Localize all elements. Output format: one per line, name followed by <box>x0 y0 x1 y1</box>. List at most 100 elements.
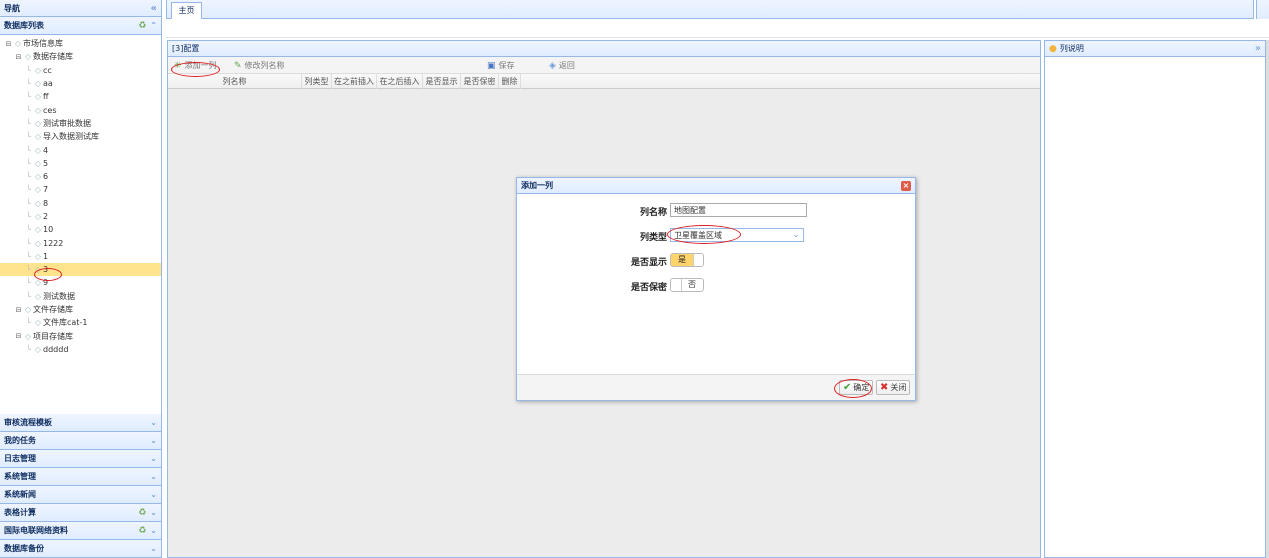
show-row: 是否显示 是 <box>517 253 917 269</box>
tree-node[interactable]: └ ◇ 测试数据 <box>0 290 161 303</box>
col-name-header: 列名称 <box>168 74 302 89</box>
accordion-header[interactable]: 日志管理 ⌄ <box>0 450 161 468</box>
back-button[interactable]: ◈ 返回 <box>549 59 575 72</box>
expand-down-icon[interactable]: ⌄ <box>150 454 157 463</box>
tree-node[interactable]: └ ◇ 测试审批数据 <box>0 117 161 130</box>
accordion-header[interactable]: 数据库备份 ⌄ <box>0 540 161 558</box>
tree-node[interactable]: └ ◇ 1222 <box>0 236 161 249</box>
accordion-title: 数据库备份 <box>4 544 44 553</box>
tree-node[interactable]: ⊟ ◇ 数据存储库 <box>0 50 161 63</box>
tree-line-icon: └ <box>26 238 31 248</box>
expand-down-icon[interactable]: ⌄ <box>150 436 157 445</box>
expand-down-icon[interactable]: ⌄ <box>150 490 157 499</box>
tree-line-icon: └ <box>26 251 31 261</box>
tree-node[interactable]: └ ◇ 1 <box>0 250 161 263</box>
accordion-header[interactable]: 表格计算 ♻ ⌄ <box>0 504 161 522</box>
expand-down-icon[interactable]: ⌄ <box>150 526 157 536</box>
tree-line-icon: └ <box>26 65 31 75</box>
tab-bar: 主页 <box>166 0 1254 19</box>
tree-node-icon: ◇ <box>34 318 42 328</box>
collapse-up-icon[interactable]: ⌃ <box>150 21 157 31</box>
tree-node[interactable]: └ ◇ ff <box>0 90 161 103</box>
tree-node[interactable]: └ ◇ 3 <box>0 263 161 277</box>
config-header: [3]配置 <box>168 41 1040 57</box>
tab-home[interactable]: 主页 <box>171 2 202 19</box>
tree-node[interactable]: └ ◇ aa <box>0 77 161 90</box>
tree-node-icon: ◇ <box>34 225 42 235</box>
show-toggle[interactable]: 是 <box>670 253 704 267</box>
tree-node[interactable]: └ ◇ 6 <box>0 170 161 183</box>
save-button[interactable]: ▣ 保存 <box>487 59 515 72</box>
tree-line-icon: └ <box>26 318 31 328</box>
tree-node-label: 7 <box>43 185 49 195</box>
tree-node-icon: ◇ <box>34 158 42 168</box>
db-list-header[interactable]: 数据库列表 ♻ ⌃ <box>0 17 161 35</box>
col-type-header: 列类型 <box>302 74 332 89</box>
tree-line-icon: └ <box>26 291 31 301</box>
tree-node-label: 导入数据测试库 <box>43 132 99 142</box>
tree-node-label: 1 <box>43 251 49 261</box>
accordion-header[interactable]: 系统新闻 ⌄ <box>0 486 161 504</box>
tree-node-label: aa <box>43 79 53 89</box>
tree-expander-icon[interactable]: ⊟ <box>4 40 13 48</box>
dialog-footer: ✔ 确定 ✖ 关闭 <box>517 374 915 400</box>
nav-accordion: 审核流程模板 ⌄ 我的任务 ⌄ 日志管理 ⌄ 系统管理 ⌄ 系统新闻 ⌄ 表格计算 ♻ ⌄ 国际电联网络资… <box>0 414 161 558</box>
secret-toggle[interactable]: 否 <box>670 278 704 292</box>
tree-node-label: 项目存储库 <box>33 331 73 341</box>
tree-node[interactable]: └ ◇ ddddd <box>0 343 161 356</box>
expand-down-icon[interactable]: ⌄ <box>150 544 157 553</box>
column-name-input[interactable]: 地图配置 <box>670 203 807 217</box>
column-type-select[interactable]: 卫星覆盖区域 ⌄ <box>670 228 804 242</box>
tree-node[interactable]: └ ◇ 10 <box>0 223 161 236</box>
tree-line-icon: └ <box>26 145 31 155</box>
rename-column-button[interactable]: ✎ 修改列名称 <box>234 59 285 72</box>
tree-node[interactable]: └ ◇ 9 <box>0 276 161 289</box>
tree-node[interactable]: └ ◇ 8 <box>0 197 161 210</box>
ok-button[interactable]: ✔ 确定 <box>839 380 874 395</box>
tree-node[interactable]: └ ◇ 4 <box>0 143 161 156</box>
tree-node-label: 3 <box>43 265 49 275</box>
tree-node-label: 4 <box>43 145 49 155</box>
accordion-header[interactable]: 国际电联网络资料 ♻ ⌄ <box>0 522 161 540</box>
chevron-down-icon[interactable]: ⌄ <box>791 230 801 240</box>
tree-node-icon: ◇ <box>34 212 42 221</box>
tree-node[interactable]: ⊟ ◇ 文件存储库 <box>0 303 161 316</box>
tree-node[interactable]: └ ◇ 7 <box>0 183 161 196</box>
nav-title: 导航 <box>4 3 20 13</box>
expand-down-icon[interactable]: ⌄ <box>150 418 157 427</box>
expand-down-icon[interactable]: ⌄ <box>150 472 157 481</box>
close-button[interactable]: ✖ 关闭 <box>876 380 911 395</box>
tree-line-icon: └ <box>26 92 31 102</box>
refresh-icon[interactable]: ♻ <box>138 508 146 518</box>
close-label: 关闭 <box>890 383 907 392</box>
accordion-header[interactable]: 系统管理 ⌄ <box>0 468 161 486</box>
tree-node[interactable]: └ ◇ 导入数据测试库 <box>0 130 161 143</box>
tree-node[interactable]: ⊟ ◇ 市场信息库 <box>0 37 161 50</box>
refresh-icon[interactable]: ♻ <box>138 526 146 536</box>
expand-panel-icon[interactable]: » <box>1255 43 1261 54</box>
tree-node-label: 1222 <box>43 238 64 248</box>
refresh-icon[interactable]: ♻ <box>138 21 146 31</box>
tree-expander-icon[interactable]: ⊟ <box>14 332 23 340</box>
collapse-nav-icon[interactable]: « <box>151 3 157 14</box>
ok-label: 确定 <box>853 383 870 392</box>
tab-scroll[interactable] <box>1256 0 1269 19</box>
tree-expander-icon[interactable]: ⊟ <box>14 53 23 61</box>
tree-node[interactable]: ⊟ ◇ 项目存储库 <box>0 330 161 343</box>
type-row: 列类型 卫星覆盖区域 ⌄ <box>517 228 917 244</box>
expand-down-icon[interactable]: ⌄ <box>150 508 157 518</box>
tree-node[interactable]: └ ◇ 5 <box>0 157 161 170</box>
secret-row: 是否保密 否 <box>517 278 917 294</box>
close-icon[interactable]: × <box>901 180 911 191</box>
tree-node[interactable]: └ ◇ cc <box>0 64 161 77</box>
accordion-header[interactable]: 审核流程模板 ⌄ <box>0 414 161 432</box>
add-icon: ✳ <box>174 60 182 71</box>
tree-expander-icon[interactable]: ⊟ <box>14 306 23 314</box>
tree-line-icon: └ <box>26 265 31 275</box>
add-column-button[interactable]: ✳ 添加一列 <box>174 59 217 72</box>
tree-line-icon: └ <box>26 225 31 235</box>
accordion-header[interactable]: 我的任务 ⌄ <box>0 432 161 450</box>
tree-node[interactable]: └ ◇ 文件库cat-1 <box>0 316 161 329</box>
tree-node[interactable]: └ ◇ ces <box>0 103 161 116</box>
tree-node[interactable]: └ ◇ 2 <box>0 210 161 223</box>
